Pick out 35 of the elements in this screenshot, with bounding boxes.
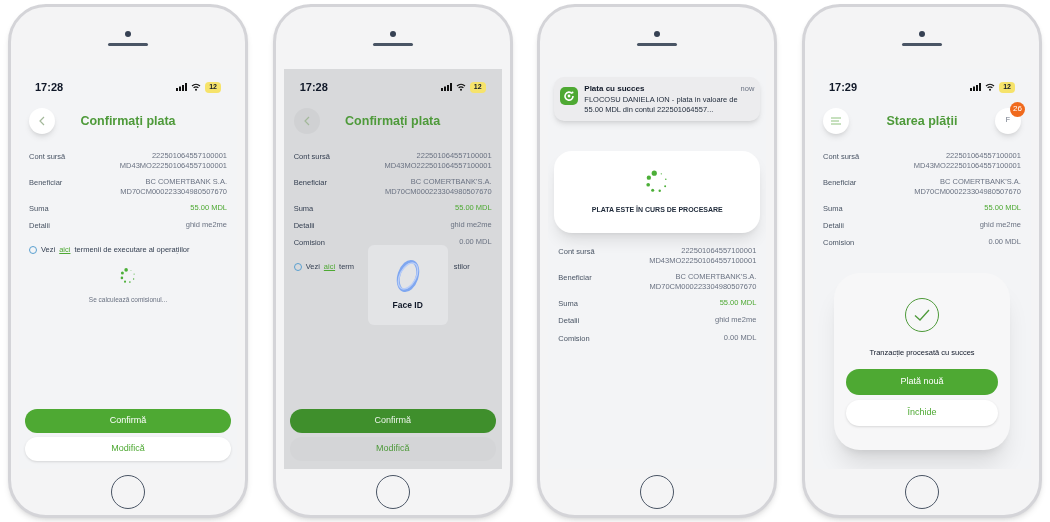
screen-title: Starea plății <box>886 113 958 131</box>
secondary-button[interactable]: Închide <box>845 399 998 426</box>
status-time: 17:28 <box>299 80 328 95</box>
chevron-left-icon <box>302 115 311 126</box>
face-id-label: Face ID <box>392 298 423 312</box>
signal-icon <box>440 83 452 92</box>
signal-icon <box>176 83 188 92</box>
status-time: 17:29 <box>828 80 858 95</box>
primary-button[interactable]: Plată nouă <box>845 368 998 395</box>
camera-icon <box>125 30 131 37</box>
app-logo-icon <box>560 87 579 105</box>
signal-icon <box>970 83 982 92</box>
chevron-left-icon <box>38 115 46 126</box>
camera-icon <box>389 30 396 37</box>
primary-button[interactable]: Confirmă <box>25 409 231 433</box>
wifi-icon <box>985 83 996 92</box>
primary-button[interactable]: Confirmă <box>289 409 496 433</box>
speaker-icon <box>637 42 678 46</box>
camera-icon <box>918 30 925 37</box>
screen-title: Confirmați plata <box>80 113 176 131</box>
menu-icon <box>830 116 841 125</box>
notification-title: Plata cu succes <box>584 83 645 95</box>
secondary-button[interactable]: Modifică <box>25 437 231 461</box>
secondary-button[interactable]: Modifică <box>289 437 496 461</box>
wifi-icon <box>455 83 466 92</box>
speaker-icon <box>372 42 413 46</box>
status-time: 17:28 <box>35 80 64 95</box>
screen-title: Confirmați plata <box>345 113 441 131</box>
checkmark-circle-icon <box>903 297 940 334</box>
speaker-icon <box>901 42 942 46</box>
wifi-icon <box>191 83 202 92</box>
speaker-icon <box>108 42 148 46</box>
loading-spinner-icon <box>119 267 137 286</box>
notification-badge: 26 <box>1009 101 1025 117</box>
camera-icon <box>654 30 661 37</box>
